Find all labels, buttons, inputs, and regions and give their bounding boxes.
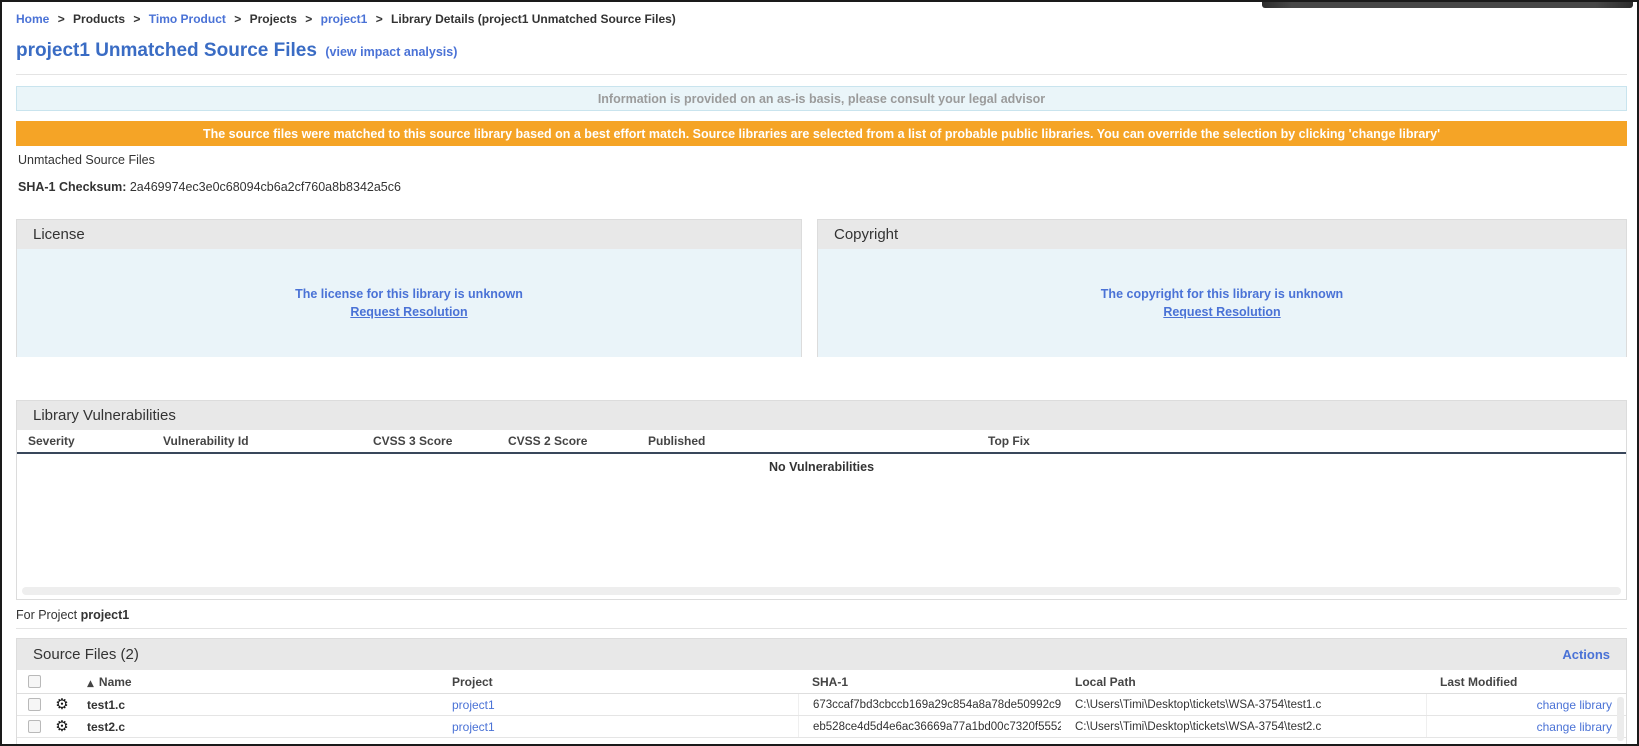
for-project-name: project1 (81, 608, 130, 622)
for-project-line: For Project project1 (16, 608, 129, 622)
license-panel-header: License (17, 220, 801, 249)
column-name-label: Name (99, 675, 132, 689)
actions-link[interactable]: Actions (1562, 647, 1610, 662)
breadcrumb-separator: > (376, 12, 383, 26)
for-project-prefix: For Project (16, 608, 77, 622)
copyright-request-resolution-link[interactable]: Request Resolution (1163, 305, 1280, 319)
no-vulnerabilities-message: No Vulnerabilities (17, 454, 1626, 474)
column-severity: Severity (28, 434, 163, 448)
license-panel-body: The license for this library is unknown … (17, 249, 801, 357)
breadcrumb-products: Products (73, 12, 125, 26)
source-file-row: ⚙ test2.c project1 eb528ce4d5d4e6ac36669… (17, 716, 1626, 738)
source-files-panel-title: Source Files (2) (33, 646, 139, 663)
file-name: test1.c (73, 698, 438, 712)
license-request-resolution-link[interactable]: Request Resolution (350, 305, 467, 319)
info-banner-text: Information is provided on an as-is basi… (598, 92, 1045, 106)
cutoff-overlay-fragment (1262, 2, 1633, 8)
copyright-panel-header: Copyright (818, 220, 1626, 249)
license-panel-title: License (33, 226, 85, 243)
breadcrumb-product-link[interactable]: Timo Product (149, 12, 226, 26)
breadcrumb-project-link[interactable]: project1 (321, 12, 368, 26)
column-vulnerability-id: Vulnerability Id (163, 434, 373, 448)
sort-ascending-icon: ▲ (87, 679, 94, 689)
copyright-panel-title: Copyright (834, 226, 898, 243)
copyright-panel-body: The copyright for this library is unknow… (818, 249, 1626, 357)
source-file-row: ⚙ test1.c project1 673ccaf7bd3cbccb169a2… (17, 694, 1626, 716)
info-banner: Information is provided on an as-is basi… (16, 86, 1627, 111)
change-library-link[interactable]: change library (1517, 698, 1626, 712)
copyright-unknown-message: The copyright for this library is unknow… (1101, 287, 1343, 301)
row-checkbox[interactable] (28, 720, 41, 733)
column-top-fix: Top Fix (988, 434, 1626, 448)
sha1-checksum-label: SHA-1 Checksum: (18, 180, 126, 194)
project-link[interactable]: project1 (438, 698, 798, 712)
library-name-label: Unmtached Source Files (18, 153, 155, 167)
breadcrumb-projects: Projects (250, 12, 297, 26)
file-name: test2.c (73, 720, 438, 734)
title-row: project1 Unmatched Source Files (view im… (16, 40, 457, 62)
vulnerabilities-table-header: Severity Vulnerability Id CVSS 3 Score C… (17, 430, 1626, 454)
title-divider (16, 74, 1627, 75)
breadcrumb-separator: > (133, 12, 140, 26)
file-local-path: C:\Users\Timi\Desktop\tickets\WSA-3754\t… (1061, 699, 1426, 711)
vulnerabilities-panel: Library Vulnerabilities Severity Vulnera… (16, 400, 1627, 600)
license-panel: License The license for this library is … (16, 219, 802, 357)
file-local-path: C:\Users\Timi\Desktop\tickets\WSA-3754\t… (1061, 721, 1426, 733)
gear-icon[interactable]: ⚙ (51, 719, 73, 734)
page-title: project1 Unmatched Source Files (16, 40, 317, 61)
file-last-modified (1426, 716, 1517, 737)
vulnerabilities-panel-title: Library Vulnerabilities (33, 407, 176, 424)
column-local-path: Local Path (1061, 675, 1426, 689)
source-files-table-header: ▲ Name Project SHA-1 Local Path Last Modi… (17, 670, 1626, 694)
license-unknown-message: The license for this library is unknown (295, 287, 523, 301)
column-name-sortable[interactable]: ▲ Name (73, 675, 438, 689)
breadcrumb-home-link[interactable]: Home (16, 12, 49, 26)
horizontal-scrollbar[interactable] (22, 587, 1621, 595)
vertical-scrollbar[interactable] (1617, 697, 1624, 741)
source-files-panel: Source Files (2) Actions ▲ Name Project S… (16, 638, 1627, 746)
select-all-checkbox[interactable] (28, 675, 41, 688)
breadcrumb-current-page: Library Details (project1 Unmatched Sour… (391, 12, 676, 26)
row-checkbox[interactable] (28, 698, 41, 711)
column-cvss3-score: CVSS 3 Score (373, 434, 508, 448)
breadcrumb-separator: > (58, 12, 65, 26)
copyright-panel: Copyright The copyright for this library… (817, 219, 1627, 357)
breadcrumb-separator: > (305, 12, 312, 26)
file-sha1: eb528ce4d5d4e6ac36669a77a1bd00c7320f5552 (798, 716, 1061, 737)
warning-banner-text: The source files were matched to this so… (203, 127, 1440, 141)
view-impact-analysis-link[interactable]: (view impact analysis) (325, 45, 457, 59)
column-last-modified: Last Modified (1426, 675, 1517, 689)
column-cvss2-score: CVSS 2 Score (508, 434, 648, 448)
warning-banner: The source files were matched to this so… (16, 121, 1627, 146)
column-sha1: SHA-1 (798, 675, 1061, 689)
sha1-checksum-line: SHA-1 Checksum: 2a469974ec3e0c68094cb6a2… (18, 180, 401, 194)
column-published: Published (648, 434, 988, 448)
breadcrumb: Home > Products > Timo Product > Project… (16, 12, 676, 26)
file-sha1: 673ccaf7bd3cbccb169a29c854a8a78de50992c9 (798, 694, 1061, 715)
vulnerabilities-panel-header: Library Vulnerabilities (17, 401, 1626, 430)
sha1-checksum-value: 2a469974ec3e0c68094cb6a2cf760a8b8342a5c6 (130, 180, 401, 194)
project-link[interactable]: project1 (438, 720, 798, 734)
column-project: Project (438, 675, 798, 689)
source-files-panel-header: Source Files (2) Actions (17, 639, 1626, 670)
change-library-link[interactable]: change library (1517, 720, 1626, 734)
section-divider (16, 628, 1627, 629)
page: Home > Products > Timo Product > Project… (0, 0, 1639, 746)
file-last-modified (1426, 694, 1517, 715)
breadcrumb-separator: > (234, 12, 241, 26)
gear-icon[interactable]: ⚙ (51, 697, 73, 712)
